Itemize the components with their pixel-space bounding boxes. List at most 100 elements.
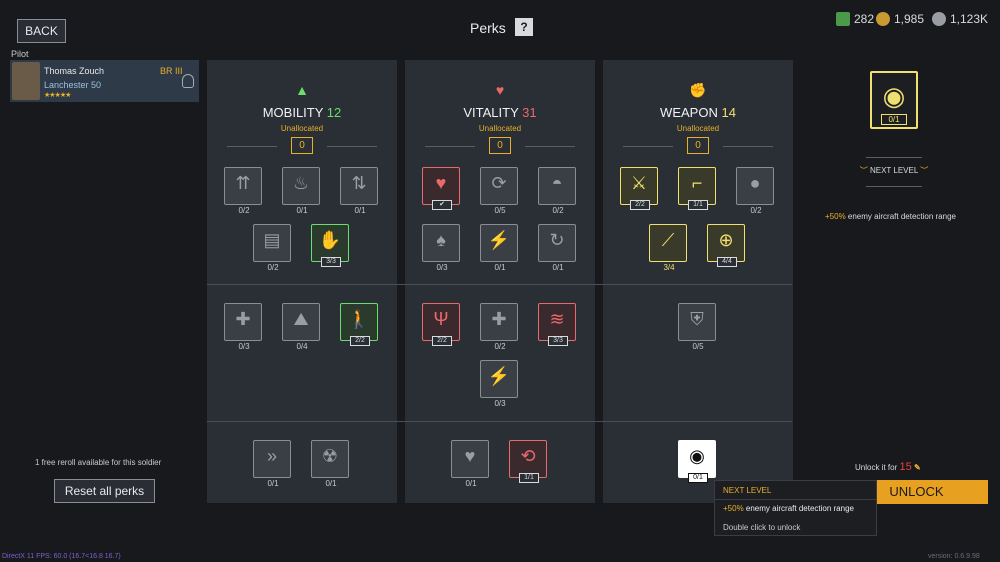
perk-mobility-1[interactable]: ⇈ 0/2 <box>224 167 262 215</box>
heart-icon: ♥ <box>495 82 505 98</box>
pilot-label: Pilot <box>11 49 29 59</box>
heart-pulse-icon: ♥ <box>435 173 447 193</box>
pistol-icon: ⌐ <box>691 173 703 193</box>
version-label: version: 0.6.9.98 <box>928 553 980 560</box>
pilot-name: Thomas Zouch <box>44 66 105 76</box>
vehicle-name: Lanchester 50 <box>44 80 102 90</box>
perk-vitality-10[interactable]: ⚡ 0/3 <box>480 360 518 408</box>
perk-mobility-7[interactable]: ⛰ 0/4 <box>282 303 320 351</box>
back-button[interactable]: BACK <box>17 19 66 43</box>
perk-vitality-11[interactable]: ♥ 0/1 <box>451 440 489 488</box>
perk-mobility-2[interactable]: ♨ 0/1 <box>282 167 320 215</box>
perk-mobility-6[interactable]: ✚ 0/3 <box>224 303 262 351</box>
bayonet-icon: ⚔ <box>630 173 648 193</box>
page-title: Perks <box>470 20 506 36</box>
reset-perks-button[interactable]: Reset all perks <box>54 479 155 503</box>
boot-icon: ▲ <box>295 82 309 98</box>
silver-value: 1,123K <box>950 12 989 26</box>
tier-divider <box>207 284 792 285</box>
mobility-points: 12 <box>326 105 342 120</box>
perk-mobility-9[interactable]: » 0/1 <box>253 440 291 488</box>
perk-weapon-1[interactable]: ⚔ 2/2 <box>620 167 658 210</box>
weapon-unallocated-value: 0 <box>687 137 709 154</box>
perk-vitality-12[interactable]: ⟲ 1/1 <box>509 440 547 483</box>
avatar <box>12 62 40 100</box>
perk-mobility-4[interactable]: ▤ 0/2 <box>253 224 291 272</box>
wing-icon: ≋ <box>549 309 565 329</box>
battle-rating: BR III <box>160 66 183 76</box>
run-icon: » <box>266 446 277 466</box>
perk-weapon-2[interactable]: ⌐ 1/1 <box>678 167 716 210</box>
climb-icon: ⛰ <box>293 309 309 329</box>
grenade-icon: ● <box>749 173 761 193</box>
mask-icon <box>182 74 194 88</box>
weapon-points: 14 <box>721 105 736 120</box>
perk-weapon-4[interactable]: ⟋ 3/4 <box>649 224 687 272</box>
mobility-unallocated: Unallocated <box>280 124 324 133</box>
fps-counter: DirectX 11 FPS: 60.0 (16.7<16.8 16.7) <box>2 553 121 560</box>
silver-coin-icon <box>932 12 946 26</box>
heal-up-icon: ✚ <box>491 309 507 329</box>
throw-icon: ✋ <box>318 230 342 250</box>
help-button[interactable]: ? <box>515 18 533 36</box>
perk-vitality-4[interactable]: ♠ 0/3 <box>422 224 460 272</box>
perk-weapon-6[interactable]: ⛨ 0/5 <box>678 303 716 351</box>
vitality-column: ♥ VITALITY 31 Unallocated 0 ♥ ✔ ⟳ 0/5 ◓ 0/2… <box>405 60 595 503</box>
next-level-label: ︶ NEXT LEVEL ︶ <box>859 166 929 175</box>
eye-icon: ◉ <box>689 446 705 466</box>
gold-bar-icon <box>836 12 850 26</box>
weapon-column: ✊ WEAPON 14 Unallocated 0 ⚔ 2/2 ⌐ 1/1 ● 0/2… <box>603 60 793 503</box>
perk-description: +50% enemy aircraft detection range <box>825 212 956 221</box>
tier-divider <box>207 421 792 422</box>
stamina-cycle-icon: ↻ <box>549 230 565 250</box>
pilot-card[interactable]: Thomas Zouch BR III Lanchester 50 ★★★★★ <box>10 60 199 102</box>
strength-icon: Ψ <box>433 309 449 329</box>
weapon-unallocated: Unallocated <box>676 124 720 133</box>
perk-mobility-3[interactable]: ⇅ 0/1 <box>340 167 378 215</box>
silver-counter: 1,123K <box>932 12 988 26</box>
perk-vitality-3[interactable]: ◓ 0/2 <box>538 167 576 215</box>
perk-vitality-5[interactable]: ⚡ 0/1 <box>480 224 518 272</box>
vitality-title: VITALITY 31 <box>463 105 537 120</box>
mobility-column: ▲ MOBILITY 12 Unallocated 0 ⇈ 0/2 ♨ 0/1 ⇅ 0… <box>207 60 397 503</box>
gold-bars-value: 282 <box>854 12 875 26</box>
perk-weapon-5[interactable]: ⊕ 4/4 <box>707 224 745 267</box>
heart-up-icon: ♥ <box>464 446 476 466</box>
rank-stars: ★★★★★ <box>44 92 71 99</box>
selected-perk-preview: ◉ 0/1 <box>870 71 918 129</box>
perk-tooltip: NEXT LEVEL +50% enemy aircraft detection… <box>714 480 877 536</box>
cycle-icon: ⟳ <box>491 173 507 193</box>
perk-mobility-8[interactable]: 🚶 2/2 <box>340 303 378 346</box>
lightning-up-icon: ⚡ <box>487 366 511 386</box>
mobility-title: MOBILITY 12 <box>262 105 342 120</box>
armor-icon: ⛨ <box>690 309 704 329</box>
gold-coin-icon <box>876 12 890 26</box>
selected-perk-count: 0/1 <box>881 114 907 125</box>
reroll-info: 1 free reroll available for this soldier <box>35 458 162 467</box>
lungs-icon: ♠ <box>436 230 446 250</box>
vitality-points: 31 <box>522 105 537 120</box>
gold-bars-counter: 282 <box>836 12 874 26</box>
perk-vitality-9[interactable]: ≋ 3/3 <box>538 303 576 346</box>
perk-vitality-1[interactable]: ♥ ✔ <box>422 167 460 210</box>
perk-vitality-7[interactable]: Ψ 2/2 <box>422 303 460 346</box>
perk-mobility-5[interactable]: ✋ 3/3 <box>311 224 349 267</box>
perk-weapon-3[interactable]: ● 0/2 <box>736 167 774 215</box>
perk-vitality-2[interactable]: ⟳ 0/5 <box>480 167 518 215</box>
perk-mobility-10[interactable]: ☢ 0/1 <box>311 440 349 488</box>
fist-icon: ✊ <box>689 82 707 98</box>
eye-icon: ◉ <box>882 81 906 111</box>
crosshair-icon: ⊕ <box>718 230 734 250</box>
unlock-price: Unlock it for 15 ✎ <box>855 461 921 473</box>
gold-counter: 1,985 <box>876 12 924 26</box>
energy-cycle-icon: ⚡ <box>487 230 511 250</box>
crouch-icon: ⇅ <box>351 173 367 193</box>
perk-weapon-7[interactable]: ◉ 0/1 <box>678 440 716 483</box>
perk-vitality-8[interactable]: ✚ 0/2 <box>480 303 518 351</box>
walk-icon: 🚶 <box>347 309 371 329</box>
knife-icon: ⟋ <box>661 230 675 250</box>
perk-vitality-6[interactable]: ↻ 0/1 <box>538 224 576 272</box>
weapon-title: WEAPON 14 <box>660 105 736 120</box>
vitality-unallocated: Unallocated <box>478 124 522 133</box>
jump-icon: ⇈ <box>235 173 251 193</box>
